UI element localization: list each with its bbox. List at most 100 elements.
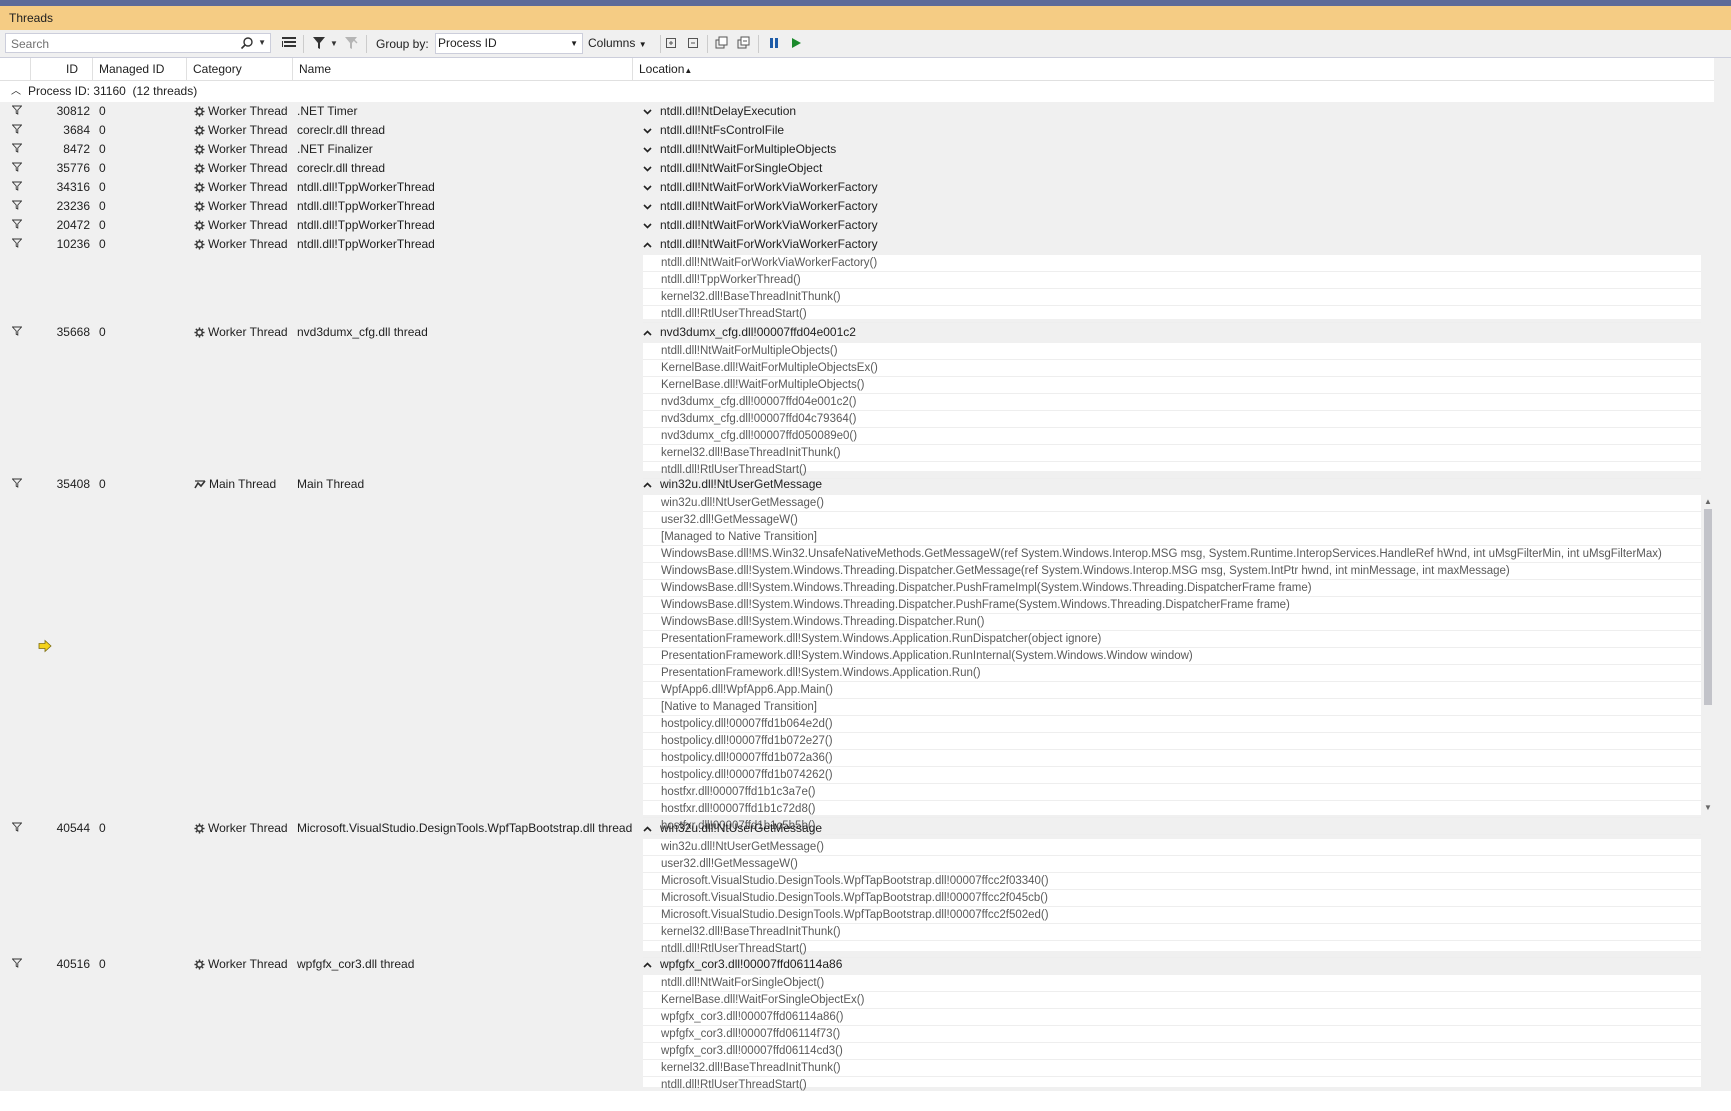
- process-group-header[interactable]: ︿ Process ID: 31160 (12 threads): [0, 81, 1731, 102]
- flag-icon[interactable]: [11, 121, 26, 140]
- stack-frame[interactable]: Microsoft.VisualStudio.DesignTools.WpfTa…: [643, 873, 1701, 890]
- stack-frame[interactable]: nvd3dumx_cfg.dll!00007ffd04c79364(): [643, 411, 1701, 428]
- stack-frame[interactable]: ntdll.dll!NtWaitForWorkViaWorkerFactory(…: [643, 255, 1701, 272]
- thread-row[interactable]: 34316 0 Worker Thread ntdll.dll!TppWorkerTh…: [0, 178, 1731, 197]
- thread-row[interactable]: 20472 0 Worker Thread ntdll.dll!TppWorkerTh…: [0, 216, 1731, 235]
- flag-icon[interactable]: [11, 235, 26, 254]
- flag-icon[interactable]: [11, 102, 26, 121]
- stack-frame[interactable]: nvd3dumx_cfg.dll!00007ffd050089e0(): [643, 428, 1701, 445]
- chevron-up-icon[interactable]: [640, 235, 654, 254]
- search-options-dropdown-icon[interactable]: ▼: [258, 36, 266, 50]
- filter-dropdown-icon[interactable]: ▼: [330, 34, 338, 52]
- stack-frame[interactable]: user32.dll!GetMessageW(): [643, 856, 1701, 873]
- stack-frame[interactable]: [Managed to Native Transition]: [643, 529, 1701, 546]
- stack-frame[interactable]: PresentationFramework.dll!System.Windows…: [643, 648, 1701, 665]
- thaw-threads-icon[interactable]: [736, 34, 752, 52]
- thread-row[interactable]: 35776 0 Worker Thread coreclr.dll thread ntd…: [0, 159, 1731, 178]
- stack-frame[interactable]: Microsoft.VisualStudio.DesignTools.WpfTa…: [643, 907, 1701, 924]
- thread-row[interactable]: 30812 0 Worker Thread .NET Timer ntdll.dll!N…: [0, 102, 1731, 121]
- stack-frame[interactable]: hostfxr.dll!00007ffd1b1c72d8(): [643, 801, 1701, 818]
- stack-frame[interactable]: hostfxr.dll!00007ffd1b1c3a7e(): [643, 784, 1701, 801]
- search-box[interactable]: ▼: [5, 33, 271, 53]
- stack-frame[interactable]: WindowsBase.dll!System.Windows.Threading…: [643, 563, 1701, 580]
- thread-row[interactable]: 35408 0 Main Thread Main Thread win32u.dll!N…: [0, 475, 1731, 494]
- stack-frame[interactable]: win32u.dll!NtUserGetMessage(): [643, 839, 1701, 856]
- pause-icon[interactable]: [766, 34, 782, 52]
- chevron-up-icon[interactable]: [640, 475, 654, 494]
- stack-frame[interactable]: nvd3dumx_cfg.dll!00007ffd04e001c2(): [643, 394, 1701, 411]
- stack-frame[interactable]: hostpolicy.dll!00007ffd1b072a36(): [643, 750, 1701, 767]
- freeze-threads-icon[interactable]: [714, 34, 730, 52]
- stack-frame[interactable]: kernel32.dll!BaseThreadInitThunk(): [643, 289, 1701, 306]
- stack-frame[interactable]: KernelBase.dll!WaitForSingleObjectEx(): [643, 992, 1701, 1009]
- scroll-up-icon[interactable]: ▲: [1701, 495, 1715, 509]
- stack-frame[interactable]: wpfgfx_cor3.dll!00007ffd06114f73(): [643, 1026, 1701, 1043]
- thread-row[interactable]: 40516 0 Worker Thread wpfgfx_cor3.dll threa…: [0, 955, 1731, 974]
- column-header-name[interactable]: Name: [293, 58, 633, 80]
- call-stack-scrollbar[interactable]: ▲ ▼: [1701, 495, 1715, 815]
- flag-icon[interactable]: [11, 323, 26, 342]
- scroll-down-icon[interactable]: ▼: [1701, 801, 1715, 815]
- chevron-down-icon[interactable]: [640, 140, 654, 159]
- column-header-category[interactable]: Category: [187, 58, 293, 80]
- stack-frame[interactable]: KernelBase.dll!WaitForMultipleObjectsEx(…: [643, 360, 1701, 377]
- thread-row[interactable]: 3684 0 Worker Thread coreclr.dll thread ntdl…: [0, 121, 1731, 140]
- stack-frame[interactable]: hostpolicy.dll!00007ffd1b074262(): [643, 767, 1701, 784]
- clear-filter-icon[interactable]: [343, 34, 359, 52]
- collapse-group-icon[interactable]: ︿: [11, 81, 21, 102]
- chevron-up-icon[interactable]: [640, 819, 654, 838]
- thread-row[interactable]: 23236 0 Worker Thread ntdll.dll!TppWorkerTh…: [0, 197, 1731, 216]
- stack-frame[interactable]: ntdll.dll!NtWaitForSingleObject(): [643, 975, 1701, 992]
- column-header-id[interactable]: ID: [31, 58, 93, 80]
- flag-icon[interactable]: [11, 159, 26, 178]
- scrollbar-thumb[interactable]: [1704, 509, 1712, 705]
- stack-frame[interactable]: hostpolicy.dll!00007ffd1b072e27(): [643, 733, 1701, 750]
- stack-frame[interactable]: PresentationFramework.dll!System.Windows…: [643, 665, 1701, 682]
- flag-icon[interactable]: [11, 955, 26, 974]
- stack-frame[interactable]: WpfApp6.dll!WpfApp6.App.Main(): [643, 682, 1701, 699]
- thread-row[interactable]: 35668 0 Worker Thread nvd3dumx_cfg.dll thre…: [0, 323, 1731, 342]
- stack-frame[interactable]: kernel32.dll!BaseThreadInitThunk(): [643, 924, 1701, 941]
- stack-frame[interactable]: [Native to Managed Transition]: [643, 699, 1701, 716]
- flag-icon[interactable]: [11, 216, 26, 235]
- stack-frame[interactable]: kernel32.dll!BaseThreadInitThunk(): [643, 445, 1701, 462]
- chevron-up-icon[interactable]: [640, 323, 654, 342]
- search-input[interactable]: [9, 35, 248, 53]
- stack-frame[interactable]: wpfgfx_cor3.dll!00007ffd06114a86(): [643, 1009, 1701, 1026]
- flag-icon[interactable]: [11, 475, 26, 494]
- stack-frame[interactable]: WindowsBase.dll!System.Windows.Threading…: [643, 597, 1701, 614]
- chevron-down-icon[interactable]: [640, 121, 654, 140]
- thread-row[interactable]: 40544 0 Worker Thread Microsoft.VisualStudi…: [0, 819, 1731, 838]
- stack-frame[interactable]: user32.dll!GetMessageW(): [643, 512, 1701, 529]
- collapse-all-icon[interactable]: [685, 34, 701, 52]
- stack-frame[interactable]: WindowsBase.dll!System.Windows.Threading…: [643, 614, 1701, 631]
- stack-frame[interactable]: KernelBase.dll!WaitForMultipleObjects(): [643, 377, 1701, 394]
- flag-icon[interactable]: [11, 178, 26, 197]
- stack-frame[interactable]: ntdll.dll!NtWaitForMultipleObjects(): [643, 343, 1701, 360]
- search-list-icon[interactable]: [280, 34, 298, 52]
- chevron-down-icon[interactable]: [640, 216, 654, 235]
- vertical-scrollbar[interactable]: [1714, 58, 1731, 1091]
- chevron-down-icon[interactable]: [640, 102, 654, 121]
- chevron-down-icon[interactable]: [640, 178, 654, 197]
- group-by-select[interactable]: Process ID ▼: [435, 33, 583, 54]
- stack-frame[interactable]: hostpolicy.dll!00007ffd1b064e2d(): [643, 716, 1701, 733]
- column-header-location[interactable]: Location▲: [633, 58, 1713, 80]
- stack-frame[interactable]: kernel32.dll!BaseThreadInitThunk(): [643, 1060, 1701, 1077]
- filter-icon[interactable]: [311, 34, 327, 52]
- stack-frame[interactable]: Microsoft.VisualStudio.DesignTools.WpfTa…: [643, 890, 1701, 907]
- columns-button[interactable]: Columns ▼: [588, 33, 647, 54]
- stack-frame[interactable]: win32u.dll!NtUserGetMessage(): [643, 495, 1701, 512]
- play-icon[interactable]: [788, 34, 804, 52]
- expand-all-icon[interactable]: [663, 34, 679, 52]
- chevron-down-icon[interactable]: [640, 197, 654, 216]
- column-header-flag[interactable]: [0, 58, 31, 80]
- flag-icon[interactable]: [11, 819, 26, 838]
- chevron-down-icon[interactable]: [640, 159, 654, 178]
- stack-frame[interactable]: PresentationFramework.dll!System.Windows…: [643, 631, 1701, 648]
- flag-icon[interactable]: [11, 197, 26, 216]
- search-icon[interactable]: [240, 36, 254, 50]
- stack-frame[interactable]: wpfgfx_cor3.dll!00007ffd06114cd3(): [643, 1043, 1701, 1060]
- flag-icon[interactable]: [11, 140, 26, 159]
- chevron-up-icon[interactable]: [640, 955, 654, 974]
